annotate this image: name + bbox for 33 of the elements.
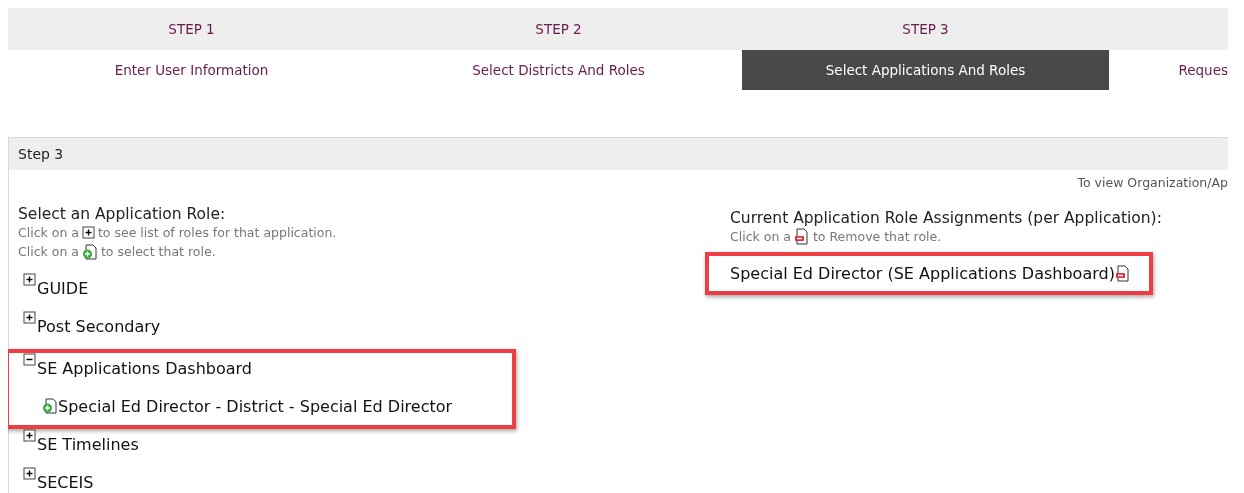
plus-box-icon[interactable] (23, 429, 36, 442)
step-number: STEP 3 (902, 21, 949, 37)
info-text: To view Organization/Ap (1077, 175, 1228, 192)
hint-text: Click on a (18, 244, 79, 259)
remove-document-icon[interactable] (793, 228, 810, 245)
plus-box-icon[interactable] (23, 311, 36, 324)
hint-text: to see list of roles for that application. (97, 225, 337, 240)
add-document-icon[interactable] (42, 398, 58, 414)
hint-text: Click on a (18, 225, 79, 240)
tree-item[interactable]: SE Timelines (37, 435, 139, 454)
step-tab[interactable]: Reques (1109, 50, 1228, 90)
step-tab[interactable]: Enter User Information (8, 50, 375, 90)
plus-box-icon[interactable] (81, 226, 95, 239)
role-item[interactable]: Special Ed Director - District - Special Ed Director (58, 396, 453, 416)
hint-text: Click on a (730, 229, 791, 244)
tree-item[interactable]: SECEIS (37, 473, 94, 492)
section-title: Current Application Role Assignments (per Application): (730, 209, 1163, 227)
remove-document-icon[interactable] (1114, 265, 1131, 282)
tree-item[interactable]: GUIDE (37, 279, 89, 298)
hint-text: to Remove that role. (812, 229, 942, 244)
step-number: STEP 2 (535, 21, 582, 37)
section-title: Select an Application Role: (18, 205, 227, 223)
panel-title: Step 3 (18, 146, 64, 162)
tree-item[interactable]: Post Secondary (37, 317, 161, 336)
hint-text: to select that role. (100, 244, 216, 259)
tree-item[interactable]: SE Applications Dashboard (37, 359, 252, 378)
step-tab[interactable]: Select Districts And Roles (375, 50, 742, 90)
plus-box-icon[interactable] (23, 273, 36, 286)
step-tab[interactable]: Select Applications And Roles (742, 50, 1109, 90)
minus-box-icon[interactable] (23, 353, 36, 366)
step-number: STEP 1 (168, 21, 215, 37)
plus-box-icon[interactable] (23, 467, 36, 480)
assignment-text: Special Ed Director (SE Applications Dashboard) (730, 264, 1115, 283)
